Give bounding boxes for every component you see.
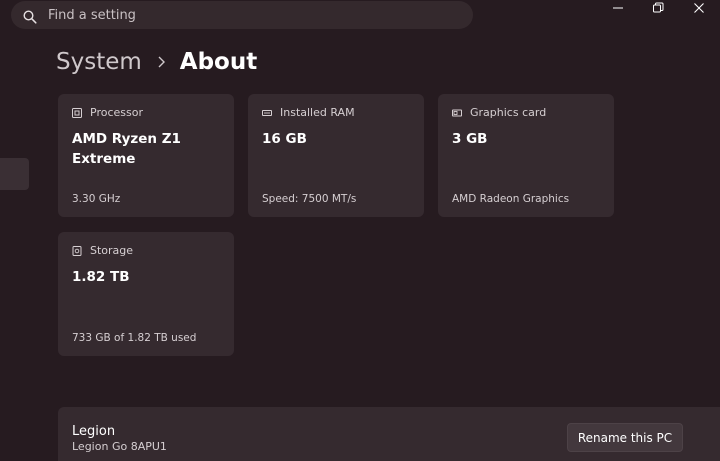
storage-icon [72, 245, 82, 256]
spec-detail: Speed: 7500 MT/s [262, 193, 357, 205]
close-icon [694, 3, 704, 13]
ram-icon [262, 109, 272, 116]
search-icon [23, 9, 37, 24]
spec-value: 16 GB [262, 131, 307, 147]
spec-card-header: Storage [72, 244, 133, 257]
page-title: About [179, 49, 258, 75]
spec-card-header: Installed RAM [262, 106, 355, 119]
device-name-section: Legion Legion Go 8APU1 Rename this PC [58, 407, 720, 461]
spec-card-graphics[interactable]: Graphics card 3 GB AMD Radeon Graphics [438, 94, 614, 217]
spec-card-storage[interactable]: Storage 1.82 TB 733 GB of 1.82 TB used [58, 232, 234, 356]
device-model: Legion Go 8APU1 [72, 440, 167, 453]
spec-card-header: Processor [72, 106, 143, 119]
spec-detail: AMD Radeon Graphics [452, 193, 570, 205]
spec-detail: 733 GB of 1.82 TB used [72, 332, 197, 344]
spec-card-processor[interactable]: Processor AMD Ryzen Z1 Extreme 3.30 GHz [58, 94, 234, 217]
spec-value: 3 GB [452, 131, 488, 147]
nav-item[interactable] [0, 158, 29, 190]
minimize-button[interactable] [598, 0, 638, 16]
spec-label: Storage [90, 244, 134, 257]
graphics-card-icon [452, 109, 462, 116]
processor-icon [72, 107, 82, 118]
spec-card-ram[interactable]: Installed RAM 16 GB Speed: 7500 MT/s [248, 94, 424, 217]
chevron-right-icon [158, 56, 165, 68]
device-name: Legion [72, 424, 116, 439]
spec-label: Installed RAM [280, 106, 355, 119]
restore-icon [653, 2, 664, 13]
spec-label: Graphics card [470, 106, 547, 119]
breadcrumb-parent-system[interactable]: System [56, 49, 142, 75]
minimize-icon [613, 7, 623, 9]
breadcrumb: System About [56, 44, 257, 80]
search-box[interactable]: Find a setting [11, 1, 473, 29]
search-input[interactable]: Find a setting [48, 8, 136, 23]
spec-label: Processor [90, 106, 143, 119]
maximize-button[interactable] [638, 0, 678, 16]
close-button[interactable] [679, 0, 719, 16]
spec-value: 1.82 TB [72, 269, 130, 285]
rename-pc-button[interactable]: Rename this PC [567, 423, 683, 452]
spec-card-header: Graphics card [452, 106, 546, 119]
spec-value: AMD Ryzen Z1 Extreme [72, 131, 181, 167]
spec-detail: 3.30 GHz [72, 193, 121, 205]
